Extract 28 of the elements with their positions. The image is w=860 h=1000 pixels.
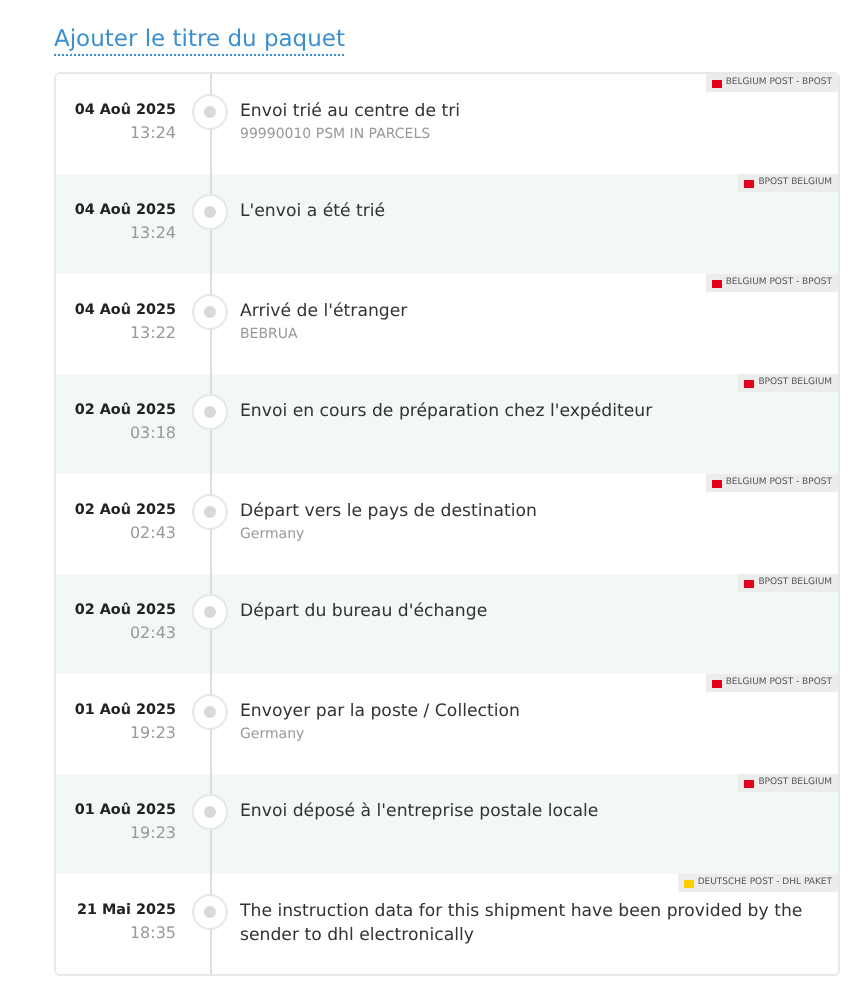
event-time: 13:22 bbox=[129, 322, 176, 344]
event-title: Arrivé de l'étranger bbox=[240, 300, 410, 324]
event-time: 18:35 bbox=[129, 922, 176, 944]
timeline-dot bbox=[192, 394, 228, 430]
timeline-dot bbox=[192, 794, 228, 830]
event-title: Envoyer par la poste / Collection bbox=[240, 700, 522, 724]
event-title: Envoi trié au centre de tri bbox=[240, 100, 463, 124]
event-title: Départ vers le pays de destination bbox=[240, 500, 539, 524]
timeline-dot bbox=[192, 694, 228, 730]
timeline-dot bbox=[192, 894, 228, 930]
event-time: 02:43 bbox=[129, 522, 176, 544]
timeline-dot bbox=[192, 294, 228, 330]
event-time: 13:24 bbox=[129, 122, 176, 144]
timeline-dot bbox=[192, 494, 228, 530]
event-time: 02:43 bbox=[129, 622, 176, 644]
event-title: Envoi déposé à l'entreprise postale locale bbox=[240, 800, 601, 824]
add-title-link[interactable]: Ajouter le titre du paquet bbox=[54, 24, 345, 56]
event-title: L'envoi a été trié bbox=[240, 200, 388, 224]
timeline-dot bbox=[192, 94, 228, 130]
event-time: 13:24 bbox=[129, 222, 176, 244]
timeline-dot bbox=[192, 594, 228, 630]
timeline-dot bbox=[192, 194, 228, 230]
event-time: 19:23 bbox=[129, 822, 176, 844]
event-time: 19:23 bbox=[129, 722, 176, 744]
event-title: Départ du bureau d'échange bbox=[240, 600, 490, 624]
event-title: The instruction data for this shipment have been provided by the sender to dhl electronically bbox=[240, 900, 805, 948]
event-time: 03:18 bbox=[129, 422, 176, 444]
event-title: Envoi en cours de préparation chez l'expéditeur bbox=[240, 400, 655, 424]
